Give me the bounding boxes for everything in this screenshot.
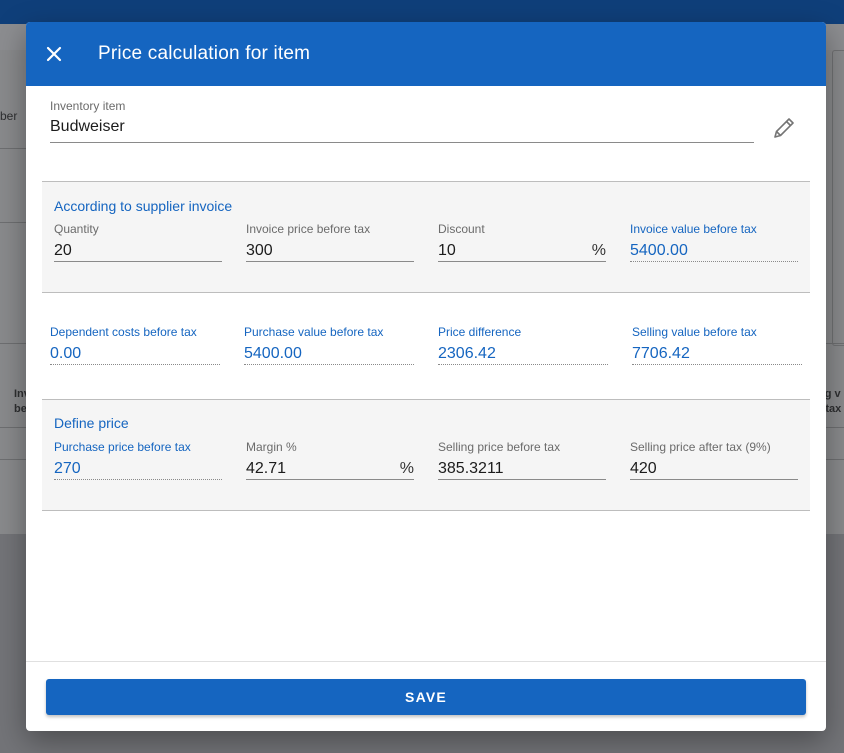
define-price-title: Define price xyxy=(54,415,129,431)
percent-suffix: % xyxy=(591,242,606,259)
supplier-section-title: According to supplier invoice xyxy=(54,198,233,214)
quantity-input[interactable]: 20 xyxy=(54,241,222,262)
percent-suffix: % xyxy=(399,460,414,477)
purchase-price-label: Purchase price before tax xyxy=(54,440,191,454)
background-label: ber xyxy=(0,109,18,123)
dependent-costs-value: 0.00 xyxy=(50,344,220,365)
selling-value-label: Selling value before tax xyxy=(632,325,757,339)
inventory-item-field[interactable]: Inventory item Budweiser xyxy=(50,99,754,143)
price-difference-field: Price difference 2306.42 xyxy=(438,325,608,365)
close-icon xyxy=(46,46,62,62)
discount-input-wrap[interactable]: 10 % xyxy=(438,241,606,262)
margin-input-wrap[interactable]: 42.71 % xyxy=(246,459,414,480)
background-divider xyxy=(0,148,26,149)
quantity-label: Quantity xyxy=(54,222,99,236)
pencil-icon xyxy=(774,118,794,138)
selling-price-before-tax-label: Selling price before tax xyxy=(438,440,561,454)
purchase-value-label: Purchase value before tax xyxy=(244,325,384,339)
selling-price-after-tax-field[interactable]: Selling price after tax (9%) 420 xyxy=(630,440,798,480)
background-app-bar xyxy=(0,0,844,24)
background-side-panel xyxy=(832,50,844,346)
inventory-item-value[interactable]: Budweiser xyxy=(50,117,754,143)
purchase-value-value: 5400.00 xyxy=(244,344,414,365)
quantity-field[interactable]: Quantity 20 xyxy=(54,222,222,262)
margin-input[interactable]: 42.71 xyxy=(246,460,286,477)
selling-value-field: Selling value before tax 7706.42 xyxy=(632,325,802,365)
dialog-header: Price calculation for item xyxy=(26,22,826,86)
margin-label: Margin % xyxy=(246,440,297,454)
inventory-item-label: Inventory item xyxy=(50,99,126,113)
edit-item-button[interactable] xyxy=(770,114,798,142)
background-divider xyxy=(0,222,26,223)
purchase-price-input[interactable]: 270 xyxy=(54,459,222,480)
dependent-costs-label: Dependent costs before tax xyxy=(50,325,197,339)
invoice-value-label: Invoice value before tax xyxy=(630,222,757,236)
invoice-price-input[interactable]: 300 xyxy=(246,241,414,262)
section-divider xyxy=(42,510,810,511)
price-difference-label: Price difference xyxy=(438,325,522,339)
invoice-value-field: Invoice value before tax 5400.00 xyxy=(630,222,798,262)
background-label: be xyxy=(14,403,27,415)
invoice-price-label: Invoice price before tax xyxy=(246,222,371,236)
purchase-price-field[interactable]: Purchase price before tax 270 xyxy=(54,440,222,480)
discount-field[interactable]: Discount 10 % xyxy=(438,222,606,262)
invoice-value-readonly: 5400.00 xyxy=(630,241,798,262)
purchase-value-field: Purchase value before tax 5400.00 xyxy=(244,325,414,365)
footer-divider xyxy=(26,661,826,662)
dialog-title: Price calculation for item xyxy=(98,43,311,64)
selling-price-after-tax-label: Selling price after tax (9%) xyxy=(630,440,771,454)
discount-label: Discount xyxy=(438,222,485,236)
invoice-price-field[interactable]: Invoice price before tax 300 xyxy=(246,222,414,262)
discount-input[interactable]: 10 xyxy=(438,242,456,259)
margin-field[interactable]: Margin % 42.71 % xyxy=(246,440,414,480)
selling-value-value: 7706.42 xyxy=(632,344,802,365)
selling-price-before-tax-input[interactable]: 385.3211 xyxy=(438,459,606,480)
save-button[interactable]: SAVE xyxy=(46,679,806,715)
price-difference-value: 2306.42 xyxy=(438,344,608,365)
selling-price-before-tax-field[interactable]: Selling price before tax 385.3211 xyxy=(438,440,606,480)
close-button[interactable] xyxy=(26,22,82,86)
price-calculation-dialog: Price calculation for item Inventory ite… xyxy=(26,22,826,731)
selling-price-after-tax-input[interactable]: 420 xyxy=(630,459,798,480)
dependent-costs-field: Dependent costs before tax 0.00 xyxy=(50,325,220,365)
